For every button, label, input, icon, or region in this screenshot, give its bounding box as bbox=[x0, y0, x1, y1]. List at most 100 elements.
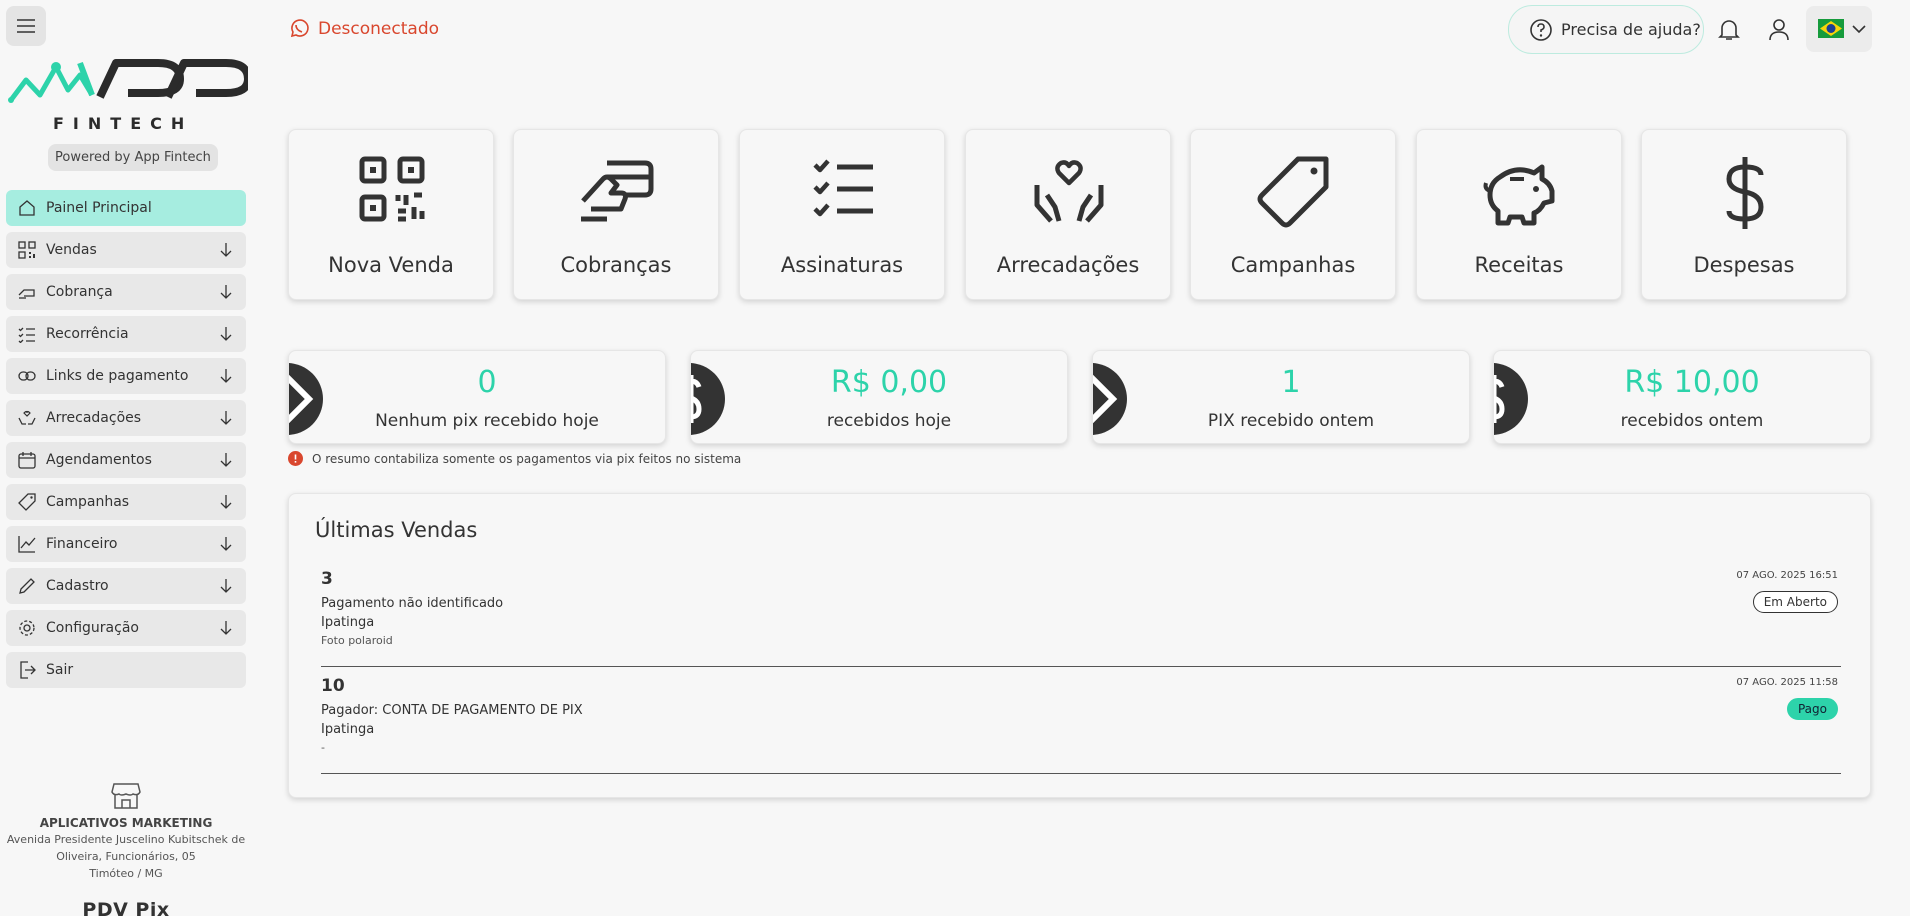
stat-recebidos-ontem: R$ 10,00 recebidos ontem bbox=[1493, 350, 1871, 444]
sidebar-item-label: Recorrência bbox=[46, 326, 129, 342]
pencil-icon bbox=[18, 577, 36, 595]
sidebar-item-label: Agendamentos bbox=[46, 452, 152, 468]
notice-text: O resumo contabiliza somente os pagament… bbox=[312, 451, 742, 466]
sidebar-item-links[interactable]: Links de pagamento bbox=[6, 358, 246, 394]
sidebar-item-cadastro[interactable]: Cadastro bbox=[6, 568, 246, 604]
latest-sales-panel: Últimas Vendas 3 Pagamento não identific… bbox=[288, 493, 1871, 798]
sale-city: Ipatinga bbox=[321, 615, 375, 630]
stat-caption: PIX recebido ontem bbox=[1207, 411, 1375, 431]
piggy-bank-icon bbox=[1483, 164, 1555, 226]
sale-payer: Pagador: CONTA DE PAGAMENTO DE PIX bbox=[321, 703, 583, 718]
action-label: Campanhas bbox=[1230, 253, 1356, 277]
sidebar-item-configuracao[interactable]: Configuração bbox=[6, 610, 246, 646]
sidebar-item-label: Painel Principal bbox=[46, 200, 152, 216]
stat-pix-ontem: 1 PIX recebido ontem bbox=[1092, 350, 1470, 444]
sale-number: 10 bbox=[321, 676, 345, 696]
powered-by-badge: Powered by App Fintech bbox=[48, 144, 218, 171]
question-icon bbox=[1530, 18, 1552, 41]
sale-description: Foto polaroid bbox=[321, 634, 393, 647]
action-receitas[interactable]: Receitas bbox=[1416, 129, 1622, 300]
sidebar-item-label: Links de pagamento bbox=[46, 368, 189, 384]
hands-heart-icon bbox=[18, 409, 36, 427]
stat-caption: recebidos hoje bbox=[826, 411, 952, 431]
sidebar-item-financeiro[interactable]: Financeiro bbox=[6, 526, 246, 562]
panel-title: Últimas Vendas bbox=[315, 518, 478, 542]
hands-heart-icon bbox=[1034, 160, 1104, 223]
stat-value: 1 bbox=[1281, 365, 1301, 400]
arrow-down-icon bbox=[220, 327, 232, 341]
arrow-down-icon bbox=[220, 243, 232, 257]
sidebar: FINTECH Powered by App Fintech Painel Pr… bbox=[0, 0, 256, 916]
link-icon bbox=[18, 367, 36, 385]
summary-notice: O resumo contabiliza somente os pagament… bbox=[288, 451, 741, 466]
action-cobrancas[interactable]: Cobranças bbox=[513, 129, 719, 300]
sidebar-item-painel[interactable]: Painel Principal bbox=[6, 190, 246, 226]
home-icon bbox=[18, 199, 36, 217]
action-campanhas[interactable]: Campanhas bbox=[1190, 129, 1396, 300]
arrow-down-icon bbox=[220, 495, 232, 509]
action-assinaturas[interactable]: Assinaturas bbox=[739, 129, 945, 300]
stat-caption: recebidos ontem bbox=[1620, 411, 1764, 431]
tag-icon bbox=[18, 493, 36, 511]
sidebar-item-agendamentos[interactable]: Agendamentos bbox=[6, 442, 246, 478]
card-hand-icon bbox=[18, 283, 36, 301]
sidebar-item-sair[interactable]: Sair bbox=[6, 652, 246, 688]
qr-icon bbox=[18, 241, 36, 259]
action-nova-venda[interactable]: Nova Venda bbox=[288, 129, 494, 300]
gear-icon bbox=[18, 619, 36, 637]
sidebar-item-recorrencia[interactable]: Recorrência bbox=[6, 316, 246, 352]
status-label: Desconectado bbox=[318, 19, 440, 39]
company-name: APLICATIVOS MARKETING bbox=[39, 816, 213, 830]
qr-code-icon bbox=[359, 156, 425, 222]
list-item[interactable]: 10 Pagador: CONTA DE PAGAMENTO DE PIX Ip… bbox=[321, 670, 1841, 774]
menu-toggle-button[interactable] bbox=[6, 6, 46, 46]
sale-number: 3 bbox=[321, 569, 333, 589]
sale-date: 07 AGO. 2025 11:58 bbox=[1736, 677, 1838, 688]
sidebar-item-cobranca[interactable]: Cobrança bbox=[6, 274, 246, 310]
brand-logo[interactable]: FINTECH bbox=[8, 55, 252, 135]
sidebar-item-label: Cadastro bbox=[46, 578, 109, 594]
sidebar-item-label: Vendas bbox=[46, 242, 97, 258]
stat-value: R$ 0,00 bbox=[830, 365, 948, 400]
sale-description: - bbox=[321, 741, 325, 754]
company-address-3: Timóteo / MG bbox=[89, 867, 163, 880]
pdv-label: PDV Pix bbox=[82, 899, 170, 916]
card-hand-icon bbox=[581, 160, 654, 222]
company-address-2: Oliveira, Funcionários, 05 bbox=[56, 850, 196, 863]
language-selector[interactable] bbox=[1806, 6, 1872, 52]
sale-payer: Pagamento não identificado bbox=[321, 596, 504, 611]
dollar-icon bbox=[1726, 157, 1764, 229]
arrow-down-icon bbox=[220, 537, 232, 551]
help-label: Precisa de ajuda? bbox=[1561, 20, 1701, 39]
action-despesas[interactable]: Despesas bbox=[1641, 129, 1847, 300]
action-label: Nova Venda bbox=[328, 253, 454, 277]
status-badge: Pago bbox=[1786, 698, 1838, 720]
store-icon bbox=[111, 780, 141, 810]
whatsapp-status[interactable]: Desconectado bbox=[288, 18, 439, 40]
whatsapp-icon bbox=[290, 19, 309, 38]
sidebar-item-campanhas[interactable]: Campanhas bbox=[6, 484, 246, 520]
chevron-down-icon bbox=[1852, 25, 1866, 34]
sidebar-item-arrecadacoes[interactable]: Arrecadações bbox=[6, 400, 246, 436]
company-info: APLICATIVOS MARKETING Avenida Presidente… bbox=[0, 780, 252, 916]
brand-sub: FINTECH bbox=[53, 114, 193, 133]
sidebar-item-label: Campanhas bbox=[46, 494, 130, 510]
arrow-down-icon bbox=[220, 411, 232, 425]
stat-value: R$ 10,00 bbox=[1624, 365, 1760, 400]
bell-icon[interactable] bbox=[1716, 16, 1742, 42]
sidebar-nav: Painel Principal Vendas Cobrança Recorrê… bbox=[6, 190, 246, 694]
stat-value: 0 bbox=[477, 365, 497, 400]
sidebar-item-label: Cobrança bbox=[46, 284, 113, 300]
action-label: Despesas bbox=[1693, 253, 1795, 277]
sidebar-item-label: Sair bbox=[46, 662, 74, 678]
action-arrecadacoes[interactable]: Arrecadações bbox=[965, 129, 1171, 300]
sidebar-item-label: Configuração bbox=[46, 620, 139, 636]
company-address-1: Avenida Presidente Juscelino Kubitschek … bbox=[6, 833, 246, 846]
sale-date: 07 AGO. 2025 16:51 bbox=[1736, 570, 1838, 581]
help-button[interactable]: Precisa de ajuda? bbox=[1508, 5, 1704, 54]
chart-line-icon bbox=[18, 535, 36, 553]
list-item[interactable]: 3 Pagamento não identificado Ipatinga Fo… bbox=[321, 563, 1841, 667]
stat-caption: Nenhum pix recebido hoje bbox=[375, 411, 599, 431]
sidebar-item-vendas[interactable]: Vendas bbox=[6, 232, 246, 268]
user-icon[interactable] bbox=[1767, 17, 1791, 41]
